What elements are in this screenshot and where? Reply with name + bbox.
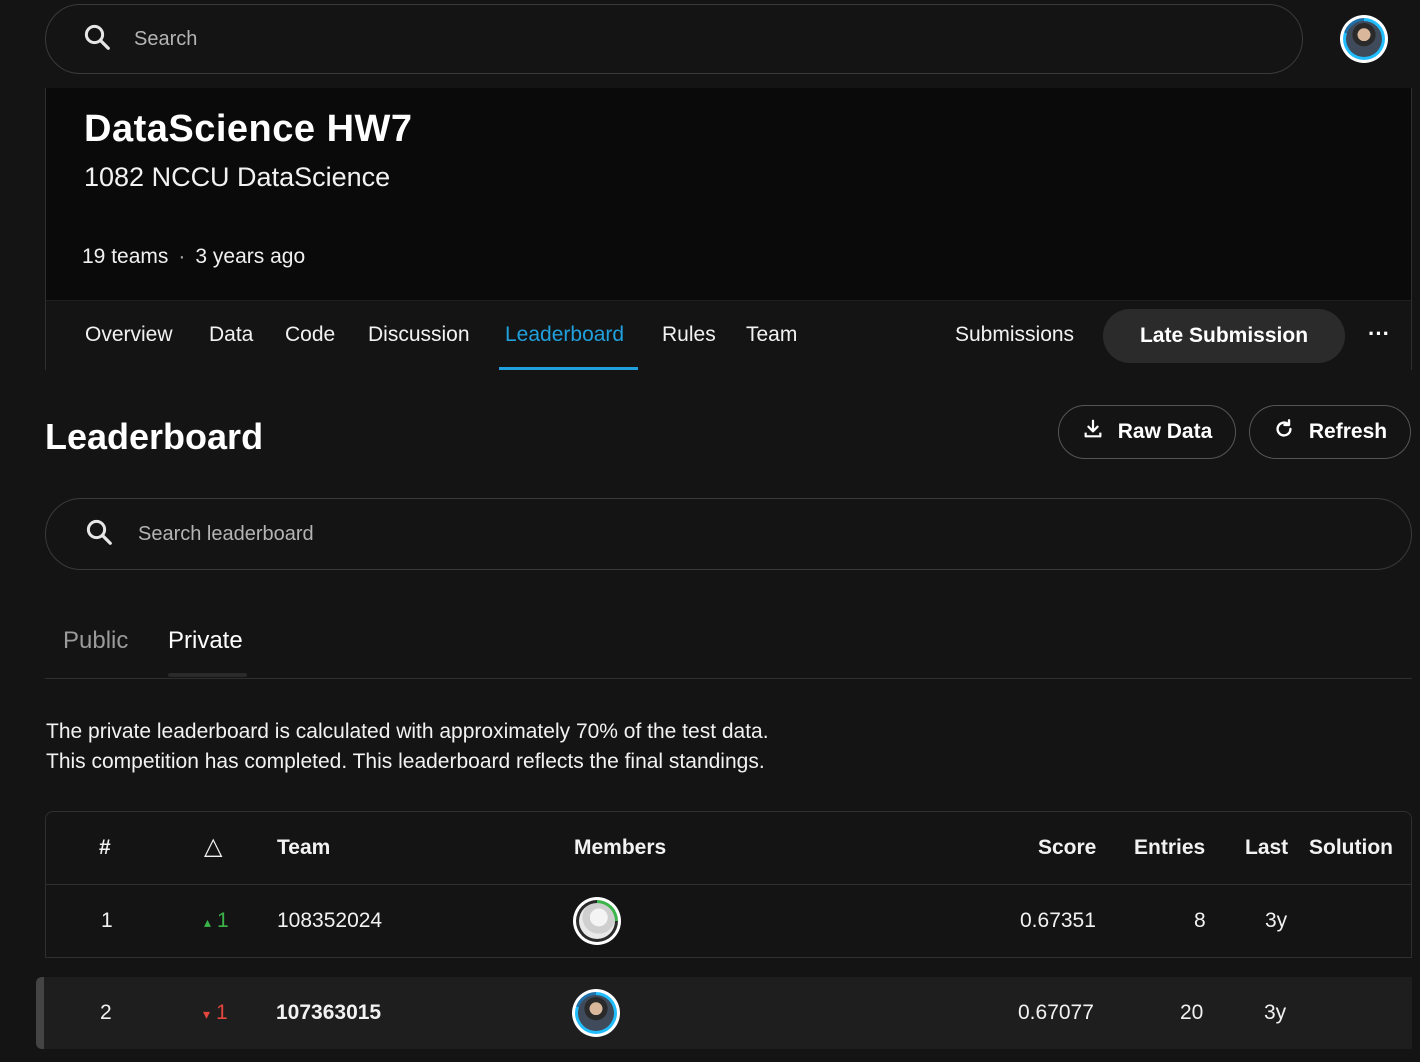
table-row[interactable]: 1 ▴ 1 108352024 0.67351 8 3y [46, 885, 1411, 957]
competition-meta: 19 teams · 3 years ago [82, 245, 306, 268]
competition-subtitle: 1082 NCCU DataScience [84, 162, 391, 192]
member-avatar[interactable] [572, 989, 620, 1037]
last-cell: 3y [1265, 909, 1288, 932]
entries-cell: 20 [1180, 1001, 1204, 1024]
info-line-2: This competition has completed. This lea… [46, 750, 765, 773]
goose-avatar-icon [579, 903, 615, 939]
col-rank: # [99, 836, 111, 859]
private-tab-indicator [168, 673, 247, 677]
col-last: Last [1245, 836, 1289, 859]
download-icon [1082, 418, 1104, 446]
tab-rules[interactable]: Rules [662, 323, 716, 347]
tab-public[interactable]: Public [63, 627, 128, 655]
leaderboard-search-bar[interactable]: Search leaderboard [45, 498, 1412, 570]
rank-cell: 1 [101, 909, 113, 932]
table-row[interactable]: 2 ▾ 1 107363015 0.67077 20 3y [36, 977, 1412, 1049]
score-cell: 0.67351 [1020, 909, 1096, 932]
late-submission-button[interactable]: Late Submission [1103, 309, 1345, 363]
leaderboard-title: Leaderboard [45, 416, 264, 457]
competition-age: 3 years ago [195, 245, 306, 268]
search-icon [84, 517, 114, 552]
arrow-up-icon: ▴ [204, 914, 212, 930]
tab-data[interactable]: Data [209, 323, 253, 347]
user-avatar-icon [578, 995, 614, 1031]
col-team: Team [277, 836, 331, 859]
entries-cell: 8 [1194, 909, 1206, 932]
rank-change-cell: ▴ 1 [204, 909, 229, 932]
last-cell: 3y [1264, 1001, 1287, 1024]
refresh-icon [1273, 418, 1295, 446]
leaderboard-table: # △ Team Members Score Entries Last Solu… [45, 811, 1412, 958]
team-count: 19 teams [82, 245, 169, 268]
score-cell: 0.67077 [1018, 1001, 1094, 1024]
arrow-down-icon: ▾ [203, 1006, 211, 1022]
raw-data-button[interactable]: Raw Data [1058, 405, 1236, 459]
user-avatar-icon [1346, 21, 1382, 57]
raw-data-label: Raw Data [1117, 420, 1213, 443]
leaderboard-search-placeholder[interactable]: Search leaderboard [138, 523, 314, 546]
user-avatar[interactable] [1340, 15, 1388, 63]
tabs-divider [45, 678, 1412, 679]
rank-change-cell: ▾ 1 [203, 1001, 228, 1024]
tab-private[interactable]: Private [168, 627, 243, 655]
tab-code[interactable]: Code [285, 323, 335, 347]
rank-cell: 2 [100, 1001, 112, 1024]
col-solution: Solution [1309, 836, 1393, 859]
tab-discussion[interactable]: Discussion [368, 323, 470, 347]
competition-nav: Overview Data Code Discussion Leaderboar… [46, 300, 1411, 370]
col-members: Members [574, 836, 667, 859]
competition-title: DataScience HW7 [84, 108, 413, 150]
global-search-placeholder[interactable]: Search [134, 28, 197, 51]
refresh-label: Refresh [1308, 420, 1388, 443]
active-tab-indicator [499, 367, 638, 370]
global-search-bar[interactable]: Search [45, 4, 1303, 74]
member-avatar[interactable] [573, 897, 621, 945]
tab-overview[interactable]: Overview [85, 323, 173, 347]
leaderboard-info: The private leaderboard is calculated wi… [46, 717, 769, 777]
col-change[interactable]: △ [204, 832, 222, 861]
info-line-1: The private leaderboard is calculated wi… [46, 720, 769, 743]
refresh-button[interactable]: Refresh [1249, 405, 1411, 459]
tab-leaderboard[interactable]: Leaderboard [505, 323, 624, 347]
search-icon [82, 22, 112, 57]
team-name-cell[interactable]: 108352024 [277, 909, 382, 933]
tab-team[interactable]: Team [746, 323, 797, 347]
submissions-link[interactable]: Submissions [955, 323, 1074, 347]
team-name-cell[interactable]: 107363015 [276, 1001, 381, 1025]
col-score: Score [1038, 836, 1097, 859]
more-options-icon[interactable]: ··· [1364, 321, 1394, 351]
competition-header: DataScience HW7 1082 NCCU DataScience 19… [45, 88, 1412, 370]
col-entries: Entries [1134, 836, 1206, 859]
page: Search DataScience HW7 1082 NCCU DataSci… [0, 0, 1420, 1062]
